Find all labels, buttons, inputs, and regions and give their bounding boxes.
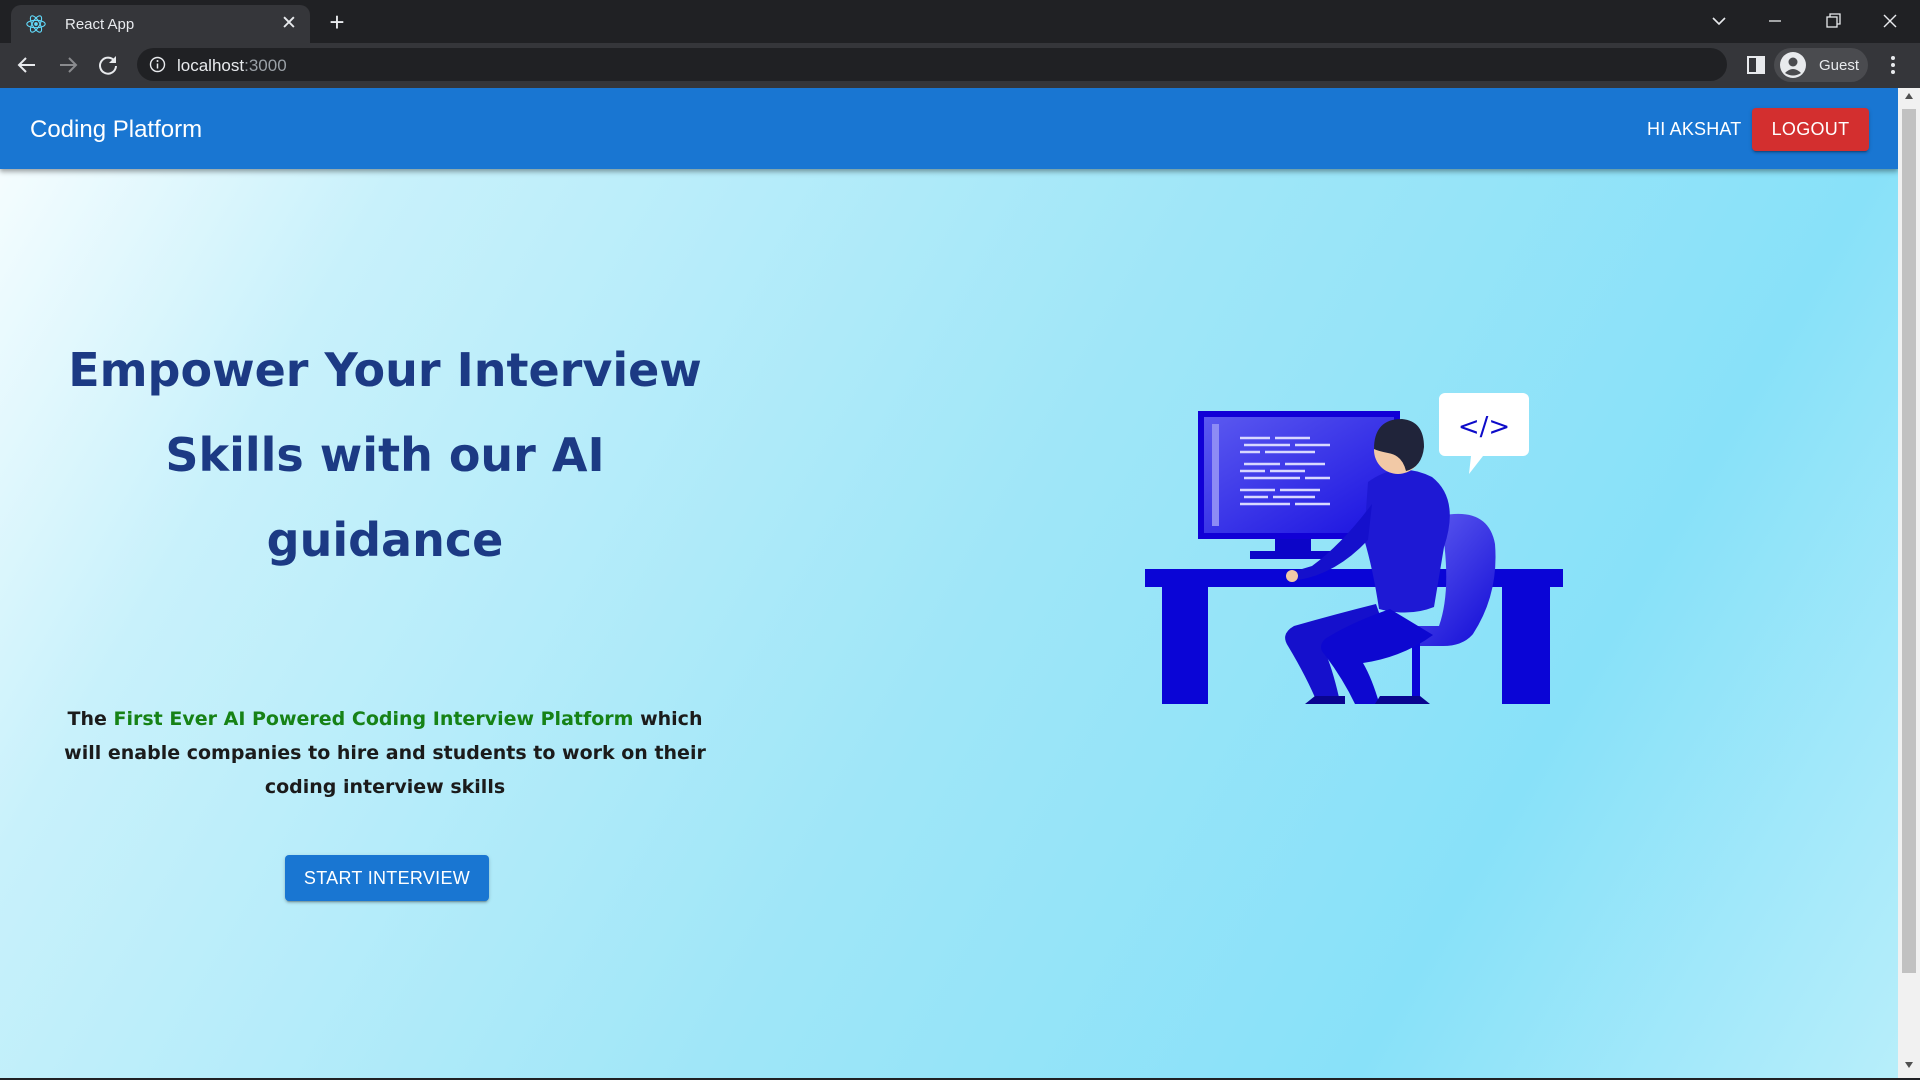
back-arrow-icon[interactable] bbox=[13, 51, 41, 79]
app-navbar: Coding Platform HI AKSHAT LOGOUT bbox=[0, 88, 1898, 169]
scroll-thumb[interactable] bbox=[1902, 109, 1916, 973]
profile-name: Guest bbox=[1819, 57, 1860, 74]
close-tab-icon[interactable]: ✕ bbox=[278, 13, 300, 35]
url-port: :3000 bbox=[244, 56, 287, 75]
desk-leg-right bbox=[1502, 587, 1550, 704]
scroll-down-icon[interactable] bbox=[1904, 1061, 1914, 1069]
browser-toolbar: localhost:3000 Guest bbox=[0, 43, 1920, 88]
start-interview-button[interactable]: START INTERVIEW bbox=[285, 855, 489, 901]
new-tab-icon[interactable]: + bbox=[324, 9, 350, 35]
keyboard bbox=[1250, 551, 1330, 559]
hero-description: The First Ever AI Powered Coding Intervi… bbox=[60, 702, 710, 804]
guest-avatar-icon bbox=[1780, 52, 1806, 78]
side-panel-icon[interactable] bbox=[1746, 55, 1766, 75]
page-scrollbar[interactable] bbox=[1898, 88, 1920, 1080]
desc-highlight: First Ever AI Powered Coding Interview P… bbox=[113, 708, 634, 730]
restore-icon[interactable] bbox=[1818, 6, 1848, 36]
hero-headline: Empower Your Interview Skills with our A… bbox=[68, 343, 702, 567]
person-hand bbox=[1286, 570, 1298, 582]
programmer-at-desk-illustration: </> bbox=[1145, 393, 1563, 704]
address-bar[interactable]: localhost:3000 bbox=[137, 48, 1727, 81]
monitor-stand bbox=[1275, 539, 1311, 553]
speech-bubble-text: </> bbox=[1458, 412, 1510, 442]
tab-title: React App bbox=[65, 16, 135, 33]
browser-tab[interactable]: React App ✕ bbox=[11, 5, 310, 43]
scroll-up-icon[interactable] bbox=[1904, 92, 1914, 100]
user-greeting: HI AKSHAT bbox=[1647, 119, 1742, 139]
profile-button[interactable]: Guest bbox=[1774, 48, 1868, 82]
reload-icon[interactable] bbox=[94, 51, 122, 79]
shoe-right bbox=[1375, 696, 1430, 704]
browser-tabstrip: React App ✕ + bbox=[0, 0, 1920, 43]
logout-button[interactable]: LOGOUT bbox=[1752, 108, 1869, 151]
browser-menu-icon[interactable] bbox=[1883, 54, 1903, 76]
page-content: Coding Platform HI AKSHAT LOGOUT Empower… bbox=[0, 88, 1898, 1078]
monitor-scroll bbox=[1212, 424, 1219, 526]
chair-post bbox=[1412, 642, 1420, 697]
desc-prefix: The bbox=[67, 708, 114, 730]
person-torso bbox=[1364, 469, 1450, 613]
brand-title[interactable]: Coding Platform bbox=[30, 116, 202, 144]
desk-leg-left bbox=[1162, 587, 1208, 704]
desk-top bbox=[1145, 569, 1563, 587]
url-text: localhost:3000 bbox=[177, 56, 287, 76]
site-info-icon[interactable] bbox=[149, 56, 166, 73]
window-close-icon[interactable] bbox=[1875, 6, 1905, 36]
tab-search-icon[interactable] bbox=[1704, 6, 1734, 36]
shoe-left bbox=[1305, 696, 1345, 704]
minimize-icon[interactable] bbox=[1760, 6, 1790, 36]
url-host: localhost bbox=[177, 56, 245, 75]
react-icon bbox=[26, 15, 46, 33]
forward-arrow-icon[interactable] bbox=[54, 51, 82, 79]
